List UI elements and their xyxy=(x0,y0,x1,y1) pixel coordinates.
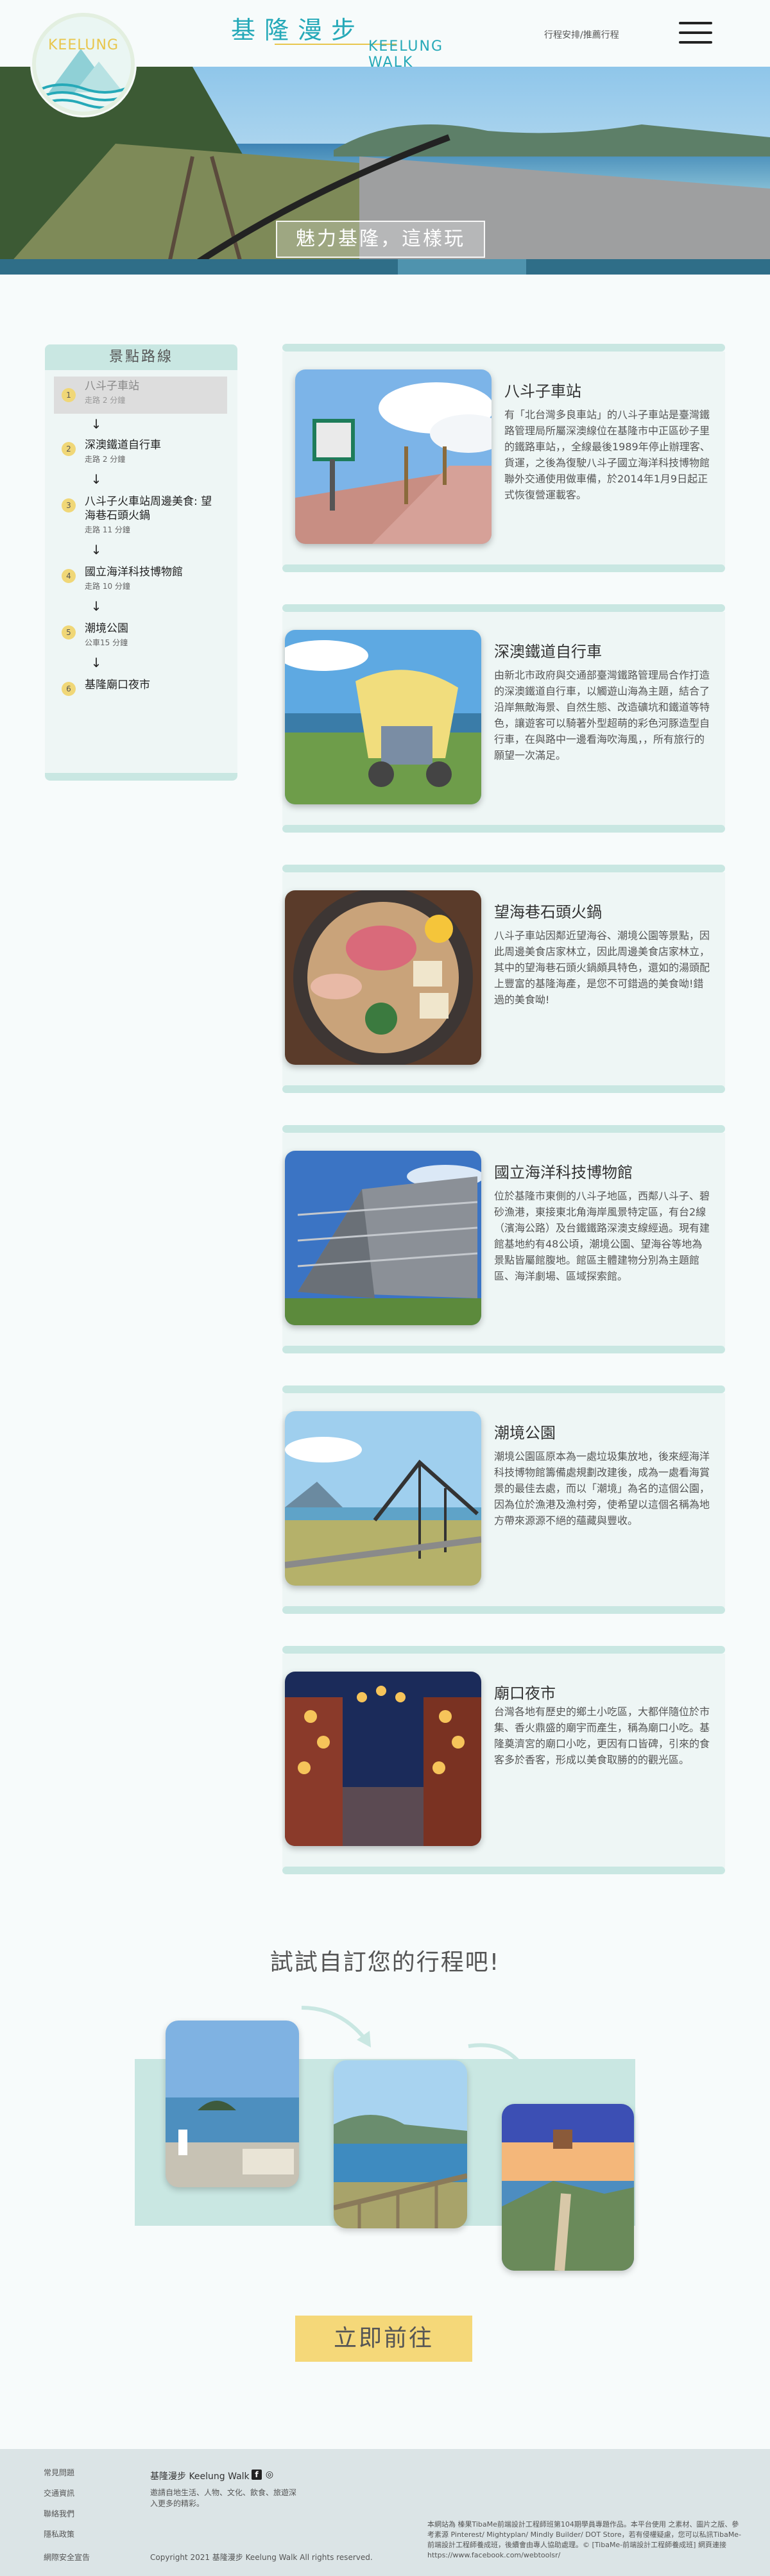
route-sidebar: 景點路線 1 八斗子車站 走路 2 分鐘 ↓ 2 深澳鐵道自行車 走路 2 分鐘… xyxy=(45,344,237,781)
route-stop-1[interactable]: 1 八斗子車站 走路 2 分鐘 xyxy=(54,377,227,414)
spot-photo xyxy=(285,1151,481,1325)
footer-link-privacy[interactable]: 隱私政策 xyxy=(44,2529,74,2539)
route-stop-2[interactable]: 2 深澳鐵道自行車 走路 2 分鐘 xyxy=(54,436,227,468)
stop-number-badge: 4 xyxy=(62,569,76,583)
spot-card[interactable]: 國立海洋科技博物館 位於基隆市東側的八斗子地區，西鄰八斗子、碧砂漁港，東接東北角… xyxy=(282,1125,725,1353)
spot-card[interactable]: 望海巷石頭火鍋 八斗子車站因鄰近望海谷、潮境公園等景點，因此周邊美食店家林立，因… xyxy=(282,865,725,1093)
hero-caption: 魅力基隆，這樣玩 xyxy=(276,221,485,258)
footer-description: 邀請自地生活、人物、文化、飲食、旅遊深入更多的精彩。 xyxy=(150,2488,297,2508)
instagram-icon[interactable]: ◎ xyxy=(264,2470,275,2480)
spot-description: 八斗子車站因鄰近望海谷、潮境公園等景點，因此周邊美食店家林立，因此周邊美食店家林… xyxy=(494,929,710,1006)
footer-disclaimer: 本網站為 榛果TibaMe前端設計工程師班第104期學員專題作品。本平台使用 之… xyxy=(427,2520,742,2559)
card-bottom-bar xyxy=(282,1867,725,1874)
footer-brand: 基隆漫步 Keelung Walk xyxy=(150,2471,250,2482)
route-stop-6[interactable]: 6 基隆廟口夜市 xyxy=(54,675,227,699)
itinerary-photo xyxy=(166,2021,299,2187)
spot-title: 潮境公園 xyxy=(494,1424,556,1442)
route-stop-3[interactable]: 3 八斗子火車站周邊美食: 望海巷石頭火鍋 走路 11 分鐘 xyxy=(54,492,227,538)
page: 基隆漫步 KEELUNG WALK 行程安排/推薦行程 KEELUNG 魅力基隆… xyxy=(0,0,770,2576)
card-top-bar xyxy=(282,865,725,872)
card-top-bar xyxy=(282,604,725,612)
spot-photo xyxy=(295,369,492,544)
route-list: 1 八斗子車站 走路 2 分鐘 ↓ 2 深澳鐵道自行車 走路 2 分鐘 ↓ 3 … xyxy=(45,370,237,773)
spot-photo xyxy=(285,1672,481,1846)
spot-title: 深澳鐵道自行車 xyxy=(494,643,602,661)
stop-name: 潮境公園 xyxy=(85,622,128,635)
route-sidebar-footer xyxy=(45,773,237,781)
spot-title: 廟口夜市 xyxy=(494,1684,556,1702)
brand-title-zh: 基隆漫步 xyxy=(231,16,365,44)
custom-itinerary-title: 試試自訂您的行程吧! xyxy=(270,1949,501,1976)
stop-walk-time: 走路 2 分鐘 xyxy=(85,455,126,464)
stop-number-badge: 3 xyxy=(62,498,76,513)
spot-photo xyxy=(285,630,481,804)
card-bottom-bar xyxy=(282,1606,725,1614)
route-stop-4[interactable]: 4 國立海洋科技博物館 走路 10 分鐘 xyxy=(54,563,227,595)
menu-bar-icon xyxy=(679,41,712,44)
hamburger-menu-button[interactable] xyxy=(679,22,712,44)
down-arrow-icon: ↓ xyxy=(90,655,102,670)
down-arrow-icon: ↓ xyxy=(90,416,102,432)
spot-description: 潮境公園區原本為一處垃圾集放地，後來經海洋科技博物館籌備處規劃改建後，成為一處看… xyxy=(494,1450,710,1527)
down-arrow-icon: ↓ xyxy=(90,598,102,614)
card-top-bar xyxy=(282,1125,725,1133)
spot-title: 八斗子車站 xyxy=(504,382,581,400)
spot-title: 望海巷石頭火鍋 xyxy=(494,903,602,921)
spot-card[interactable]: 廟口夜市 台灣各地有歷史的鄉土小吃區，大都伴隨位於市集、香火鼎盛的廟宇而產生，稱… xyxy=(282,1646,725,1874)
brand[interactable]: 基隆漫步 KEELUNG WALK xyxy=(231,10,488,71)
stop-name: 深澳鐵道自行車 xyxy=(85,439,161,452)
stop-name: 基隆廟口夜市 xyxy=(85,679,150,691)
itinerary-photo xyxy=(502,2104,634,2271)
site-footer: 常見問題 交通資訊 聯絡我們 隱私政策 網際安全宣告 基隆漫步 Keelung … xyxy=(0,2449,770,2576)
route-sidebar-title: 景點路線 xyxy=(45,344,237,370)
card-top-bar xyxy=(282,344,725,352)
spot-card[interactable]: 八斗子車站 有「北台灣多良車站」的八斗子車站是臺灣鐵路管理局所屬深澳線位在基隆市… xyxy=(282,344,725,572)
itinerary-nav-link[interactable]: 行程安排/推薦行程 xyxy=(544,28,619,41)
logo-text: KEELUNG xyxy=(48,37,119,53)
spot-card[interactable]: 潮境公園 潮境公園區原本為一處垃圾集放地，後來經海洋科技博物館籌備處規劃改建後，… xyxy=(282,1385,725,1614)
stop-number-badge: 5 xyxy=(62,625,76,640)
spot-description: 位於基隆市東側的八斗子地區，西鄰八斗子、碧砂漁港，東接東北角海岸風景特定區，有台… xyxy=(494,1190,710,1282)
stop-number-badge: 1 xyxy=(62,388,76,402)
card-bottom-bar xyxy=(282,564,725,572)
card-bottom-bar xyxy=(282,1346,725,1353)
route-stop-5[interactable]: 5 潮境公園 公車15 分鐘 xyxy=(54,619,227,651)
footer-link-transport[interactable]: 交通資訊 xyxy=(44,2487,74,2498)
menu-bar-icon xyxy=(679,22,712,24)
stop-walk-time: 公車15 分鐘 xyxy=(85,638,128,647)
brand-title-en: KEELUNG WALK xyxy=(368,38,443,71)
footer-link-faq[interactable]: 常見問題 xyxy=(44,2467,74,2478)
stop-name: 國立海洋科技博物館 xyxy=(85,566,183,579)
down-arrow-icon: ↓ xyxy=(90,471,102,487)
card-top-bar xyxy=(282,1646,725,1654)
site-logo[interactable]: KEELUNG xyxy=(32,13,135,115)
spot-description: 由新北市政府與交通部臺灣鐵路管理局合作打造的深澳鐵道自行車，以觸遊山海為主題，結… xyxy=(494,669,710,761)
itinerary-photo xyxy=(334,2060,467,2228)
stop-number-badge: 6 xyxy=(62,682,76,696)
stop-name: 八斗子火車站周邊美食: 望海巷石頭火鍋 xyxy=(85,495,212,522)
card-bottom-bar xyxy=(282,825,725,833)
stop-walk-time: 走路 2 分鐘 xyxy=(85,396,126,405)
spot-title: 國立海洋科技博物館 xyxy=(494,1164,633,1182)
down-arrow-icon: ↓ xyxy=(90,542,102,557)
go-now-button[interactable]: 立即前往 xyxy=(295,2316,472,2362)
spot-photo xyxy=(285,890,481,1065)
footer-link-security[interactable]: 網際安全宣告 xyxy=(44,2552,90,2563)
menu-bar-icon xyxy=(679,31,712,34)
facebook-icon[interactable]: f xyxy=(252,2470,262,2480)
card-top-bar xyxy=(282,1385,725,1393)
stop-walk-time: 走路 10 分鐘 xyxy=(85,582,130,591)
stop-name: 八斗子車站 xyxy=(85,380,139,393)
footer-link-contact[interactable]: 聯絡我們 xyxy=(44,2508,74,2519)
spot-card[interactable]: 深澳鐵道自行車 由新北市政府與交通部臺灣鐵路管理局合作打造的深澳鐵道自行車，以觸… xyxy=(282,604,725,833)
spot-description: 有「北台灣多良車站」的八斗子車站是臺灣鐵路管理局所屬深澳線位在基隆市中正區砂子里… xyxy=(504,409,710,501)
logo-mountain-icon xyxy=(42,49,126,109)
spot-description: 台灣各地有歷史的鄉土小吃區，大都伴隨位於市集、香火鼎盛的廟宇而產生，稱為廟口小吃… xyxy=(494,1706,710,1766)
spot-photo xyxy=(285,1411,481,1586)
stop-walk-time: 走路 11 分鐘 xyxy=(85,525,130,534)
stop-number-badge: 2 xyxy=(62,442,76,456)
footer-copyright: Copyright 2021 基隆漫步 Keelung Walk All rig… xyxy=(150,2553,373,2562)
card-bottom-bar xyxy=(282,1085,725,1093)
